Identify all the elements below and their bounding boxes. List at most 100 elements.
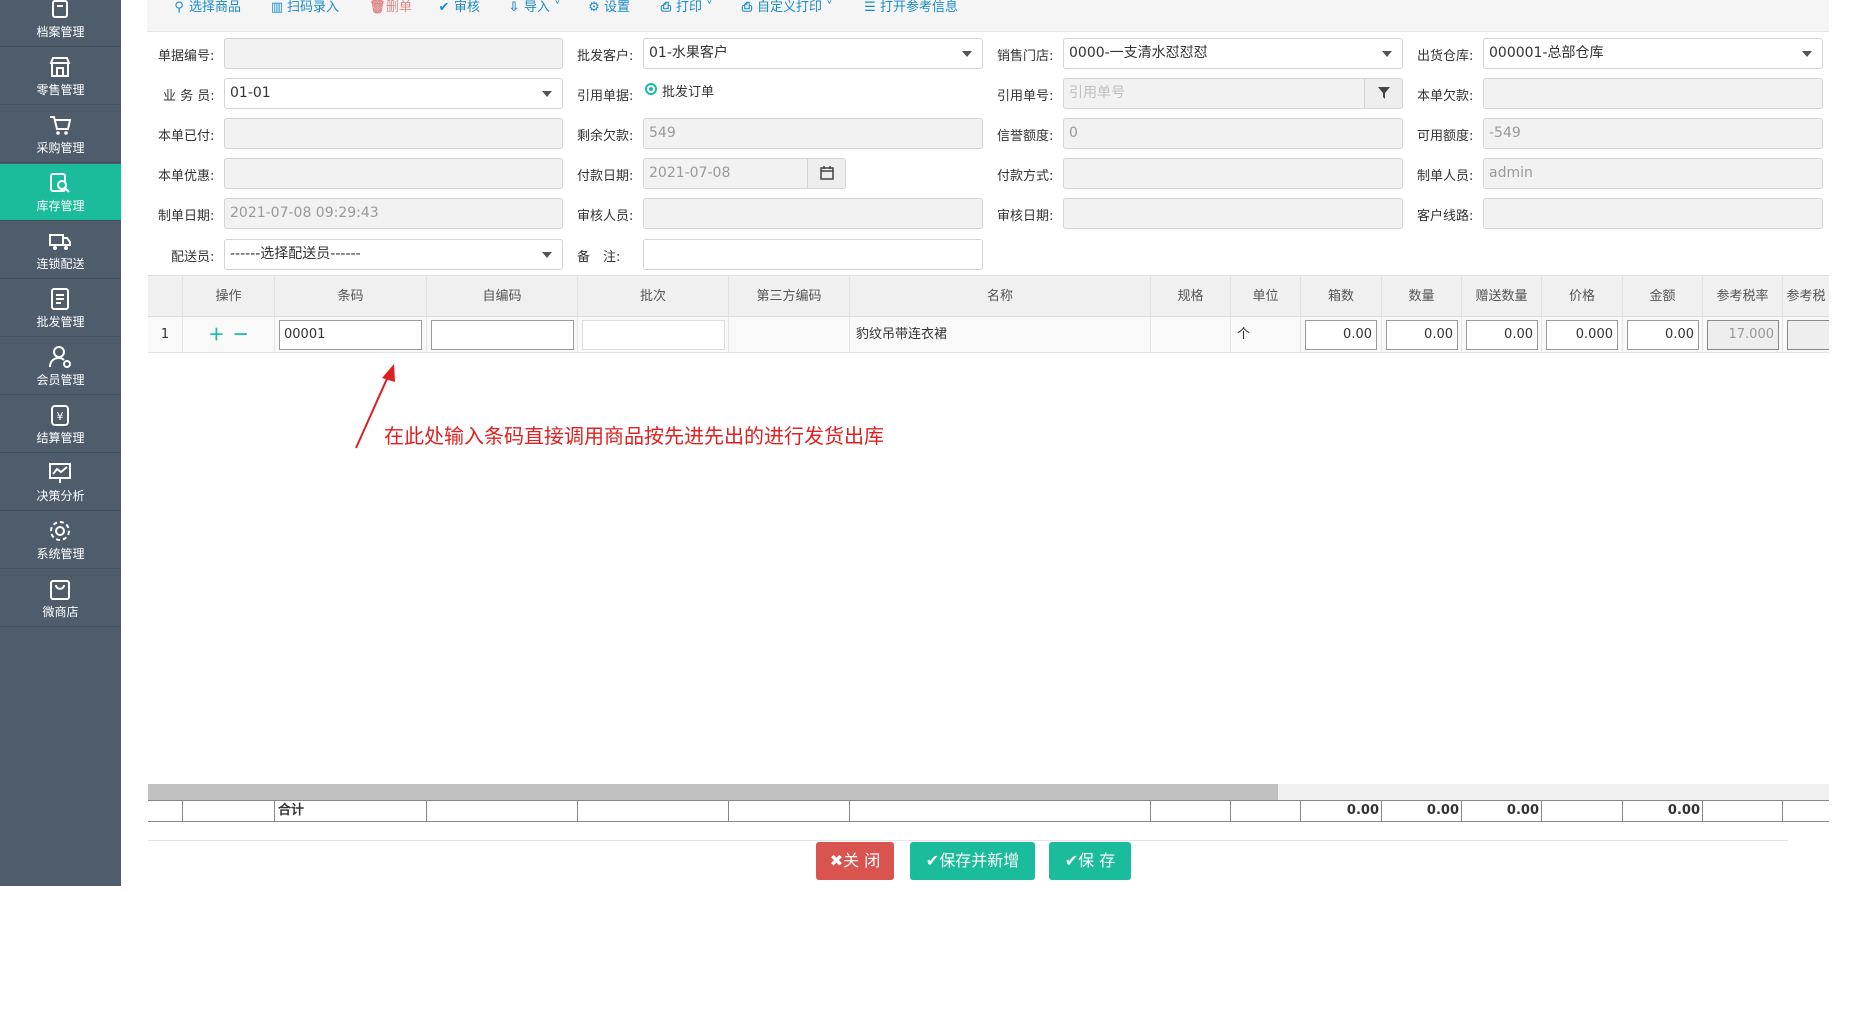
pay-method-field[interactable]: [1063, 158, 1403, 189]
audit-button[interactable]: ✔ 审核: [437, 0, 480, 16]
store-icon: [49, 57, 71, 77]
price-input[interactable]: 0.000: [1546, 320, 1618, 350]
filter-icon: [1377, 87, 1390, 99]
batch-input[interactable]: [582, 320, 725, 350]
create-date-label: 制单日期:: [158, 209, 215, 224]
delete-button[interactable]: 🗑删单: [369, 0, 412, 16]
save-button[interactable]: ✔保 存: [1049, 842, 1131, 880]
print-button[interactable]: ⎙ 打印 ˅: [659, 0, 713, 16]
available-limit-field[interactable]: -549: [1483, 118, 1823, 149]
paid-this-label: 本单已付:: [158, 129, 215, 144]
sidebar-item-label: 会员管理: [36, 373, 85, 387]
annotation-text: 在此处输入条码直接调用商品按先进先出的进行发货出库: [384, 424, 884, 448]
qty-cell: 0.00: [1382, 317, 1462, 352]
discount-field[interactable]: [224, 158, 563, 189]
total-cell: [1151, 801, 1231, 821]
col-thirdcode: 第三方编码: [729, 276, 850, 317]
amount-input[interactable]: 0.00: [1627, 320, 1699, 350]
pay-date-field[interactable]: 2021-07-08: [643, 158, 846, 189]
tax-rate-input[interactable]: 17.000: [1707, 320, 1779, 350]
sidebar-item-purchase[interactable]: 采购管理: [0, 106, 121, 163]
sidebar-item-label: 零售管理: [36, 83, 85, 97]
trash-icon: 🗑: [369, 0, 386, 15]
save-and-new-button[interactable]: ✔保存并新增: [910, 842, 1035, 880]
credit-limit-field[interactable]: 0: [1063, 118, 1403, 149]
customer-route-field[interactable]: [1483, 198, 1823, 229]
pay-method-label: 付款方式:: [997, 169, 1054, 184]
remaining-debt-field[interactable]: 549: [643, 118, 983, 149]
ref-doc-label: 引用单据:: [577, 89, 634, 104]
filter-button[interactable]: [1364, 79, 1402, 108]
ref-no-field[interactable]: 引用单号: [1063, 78, 1403, 109]
tax-ref-input[interactable]: 0: [1787, 320, 1829, 350]
sidebar-item-wholesale[interactable]: 批发管理: [0, 280, 121, 337]
barcode-cell: 00001: [275, 317, 427, 352]
gift-qty-input[interactable]: 0.00: [1466, 320, 1538, 350]
total-cell: [148, 801, 183, 821]
total-cell: [1703, 801, 1783, 821]
total-cell: [427, 801, 578, 821]
sidebar-item-retail[interactable]: 零售管理: [0, 48, 121, 105]
qty-input[interactable]: 0.00: [1386, 320, 1458, 350]
scan-entry-button[interactable]: ▥ 扫码录入: [270, 0, 339, 16]
paid-this-field[interactable]: [224, 118, 563, 149]
doc-no-label: 单据编号:: [158, 49, 215, 64]
selfcode-input[interactable]: [431, 320, 574, 350]
horizontal-scrollbar[interactable]: [148, 784, 1829, 800]
sidebar-item-system[interactable]: 系统管理: [0, 512, 121, 569]
sidebar-item-member[interactable]: 会员管理: [0, 338, 121, 395]
create-date-field[interactable]: 2021-07-08 09:29:43: [224, 198, 563, 229]
calendar-button[interactable]: [807, 159, 845, 188]
customer-select[interactable]: 01-水果客户: [643, 38, 983, 69]
deliverer-select[interactable]: ------选择配送员------: [224, 239, 563, 270]
ref-doc-radio[interactable]: [645, 83, 657, 95]
scrollbar-thumb[interactable]: [148, 784, 1278, 800]
doc-no-field[interactable]: [224, 38, 563, 69]
custom-print-button[interactable]: ⎙ 自定义打印 ˅: [740, 0, 833, 16]
sidebar-item-delivery[interactable]: 连锁配送: [0, 222, 121, 279]
thirdcode-cell: [729, 317, 850, 352]
remark-field[interactable]: [643, 239, 983, 270]
table-row: 1 ＋ － 00001 豹纹吊带连衣裙 个 0.00 0.00 0.00 0.0…: [148, 317, 1829, 353]
total-cell: [1542, 801, 1623, 821]
sidebar-item-wechat-store[interactable]: 微商店: [0, 570, 121, 627]
print-icon: ⎙: [660, 0, 672, 15]
select-goods-button[interactable]: ⚲ 选择商品: [172, 0, 241, 16]
auditor-label: 审核人员:: [577, 209, 634, 224]
creator-field[interactable]: admin: [1483, 158, 1823, 189]
wholesale-doc-icon: [51, 288, 69, 310]
ref-doc-option[interactable]: 批发订单: [662, 81, 714, 100]
chevron-down-icon: [542, 252, 552, 258]
auditor-field[interactable]: [643, 198, 983, 229]
import-button[interactable]: ⇩ 导入 ˅: [507, 0, 561, 16]
deliverer-label: 配送员:: [171, 250, 215, 265]
toolbar: ⚲ 选择商品 ▥ 扫码录入 🗑删单 ✔ 审核 ⇩ 导入 ˅ ⚙ 设置 ⎙ 打印 ˅ ⎙ 自定义…: [147, 0, 1829, 32]
owed-this-field[interactable]: [1483, 78, 1823, 109]
open-ref-info-button[interactable]: ☰ 打开参考信息: [863, 0, 958, 16]
store-select[interactable]: 0000-一支清水怼怼怼: [1063, 38, 1403, 69]
price-cell: 0.000: [1542, 317, 1623, 352]
sidebar-item-inventory[interactable]: 库存管理: [0, 164, 121, 221]
barcode-input[interactable]: 00001: [279, 320, 422, 350]
row-operations: ＋ －: [183, 317, 275, 352]
salesman-select[interactable]: 01-01: [224, 78, 563, 109]
creator-label: 制单人员:: [1417, 169, 1474, 184]
salesman-label: 业 务 员:: [163, 89, 215, 104]
add-row-icon[interactable]: ＋: [208, 325, 224, 344]
total-cell: [729, 801, 850, 821]
audit-date-field[interactable]: [1063, 198, 1403, 229]
col-barcode: 条码: [275, 276, 427, 317]
close-button[interactable]: ✖关 闭: [816, 842, 894, 880]
sidebar-item-archive[interactable]: 档案管理: [0, 0, 121, 47]
remove-row-icon[interactable]: －: [233, 325, 249, 344]
settings-button[interactable]: ⚙ 设置: [587, 0, 630, 16]
sidebar-item-settlement[interactable]: ¥ 结算管理: [0, 396, 121, 453]
remaining-debt-label: 剩余欠款:: [577, 129, 634, 144]
col-gift-qty: 赠送数量: [1462, 276, 1542, 317]
total-cell: [578, 801, 729, 821]
warehouse-select[interactable]: 000001-总部仓库: [1483, 38, 1823, 69]
col-boxes: 箱数: [1301, 276, 1382, 317]
cart-icon: [50, 116, 72, 135]
boxes-input[interactable]: 0.00: [1305, 320, 1377, 350]
sidebar-item-analysis[interactable]: 决策分析: [0, 454, 121, 511]
